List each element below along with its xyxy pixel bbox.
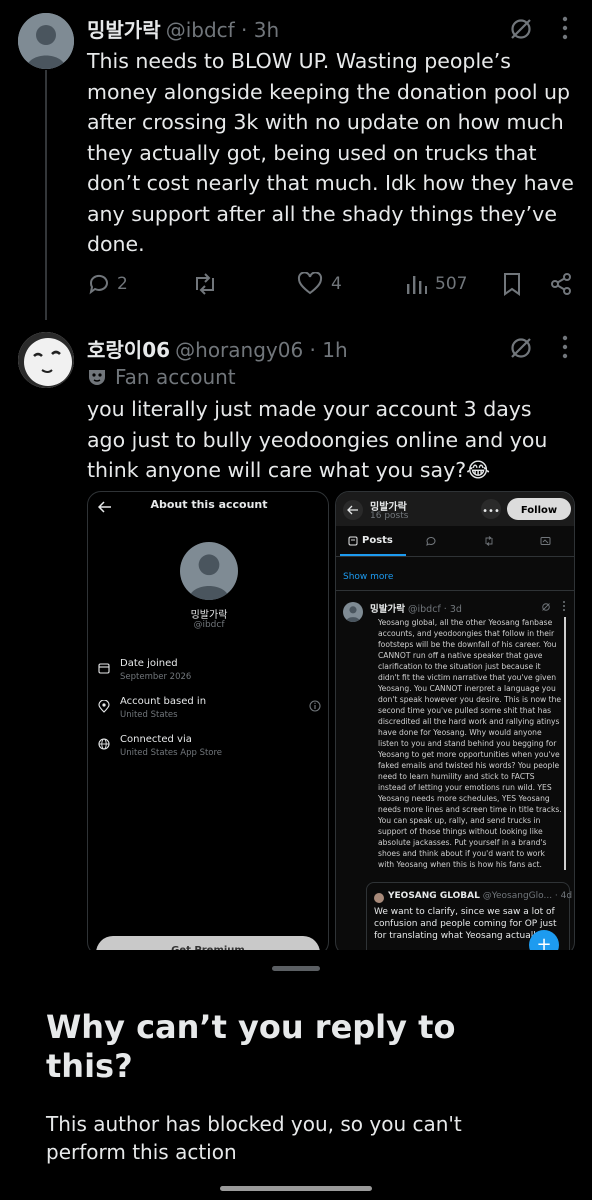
follow-label: Follow [520,505,558,516]
about-title: About this account [150,498,268,511]
date-joined-label: Date joined [120,658,178,669]
default-avatar-icon [18,13,74,69]
more-icon[interactable] [560,333,570,361]
quote-avatar [374,893,384,903]
avatar[interactable] [18,332,74,388]
avatar[interactable] [18,13,74,69]
sheet-drag-handle[interactable] [272,966,320,971]
date-joined-value: September 2026 [120,672,192,682]
embedded-meta: @ibdcf · 3d [408,604,462,615]
based-in-value: United States [120,710,178,720]
posts-icon [348,536,358,545]
handle-time: @horangy06 · 1h [175,338,348,362]
heart-icon [297,272,323,295]
connected-via-label: Connected via [120,734,192,745]
based-in-label: Account based in [120,696,207,707]
repost-icon [196,273,214,295]
bookmark-button[interactable] [501,272,523,296]
reply-count: 2 [117,274,128,294]
embedded-tweet-text: Yeosang global, all the other Yeosang fa… [378,617,566,870]
sheet-title: Why can’t you reply to this? [46,1008,456,1085]
tab-replies-icon [425,536,436,546]
tab-posts: Posts [348,535,393,546]
display-name[interactable]: 밍발가락 [87,18,161,42]
blocked-reply-sheet: Why can’t you reply to this? This author… [0,950,592,1200]
embedded-name: 밍발가락 [370,604,405,615]
screenshot-about-account[interactable]: About this account 밍발가락 @ibdcf Date join… [87,491,329,956]
quote-meta: @YeosangGlo... · 4d [482,891,573,901]
reply-button[interactable]: 2 [87,272,128,296]
posts-count: 16 posts [370,511,409,521]
tab-posts-label: Posts [362,535,393,546]
grok-icon [541,602,551,612]
tweet-text: you literally just made your account 3 d… [87,397,548,482]
follow-button: Follow [507,498,571,520]
reply-icon [89,274,108,295]
back-button [343,500,363,520]
tab-repost-icon [483,536,495,546]
share-button[interactable] [549,272,573,296]
views-icon [407,276,427,294]
grok-icon[interactable] [508,16,534,42]
avatar [343,602,363,622]
ghost-avatar-icon [18,332,74,388]
like-count: 4 [331,274,342,294]
location-icon [98,700,110,713]
handle-time: @ibdcf · 3h [165,18,280,42]
avatar [180,542,238,600]
views-count: 507 [435,274,468,294]
connected-via-value: United States App Store [120,748,223,758]
show-more-link: Show more [343,572,394,582]
views-button[interactable]: 507 [405,272,467,296]
home-indicator [220,1186,372,1191]
more-icon[interactable] [560,14,570,42]
sheet-body: This author has blocked you, so you can'… [46,1112,462,1164]
calendar-icon [98,662,110,674]
mask-icon [89,370,105,385]
more-icon [562,600,566,612]
repost-button[interactable] [191,272,219,296]
display-name[interactable]: 호랑이06 [87,338,170,362]
default-avatar-icon [180,542,238,600]
about-name: 밍발가락 [190,610,228,621]
quote-name: YEOSANG GLOBAL [388,891,480,901]
bookmark-icon [504,273,520,296]
tab-media-icon [540,536,551,546]
fan-account-label: Fan account [115,365,236,389]
screenshot-profile[interactable]: 밍발가락 16 posts ••• Follow Posts Show more… [335,491,575,956]
globe-icon [98,738,110,750]
info-icon[interactable] [309,700,321,712]
like-button[interactable]: 4 [297,272,342,296]
tweet-text: This needs to BLOW UP. Wasting people’s … [87,49,574,256]
share-icon [551,273,571,295]
more-button: ••• [481,499,501,519]
about-handle: @ibdcf [193,620,225,630]
grok-icon[interactable] [508,335,534,361]
thread-line [45,70,47,320]
